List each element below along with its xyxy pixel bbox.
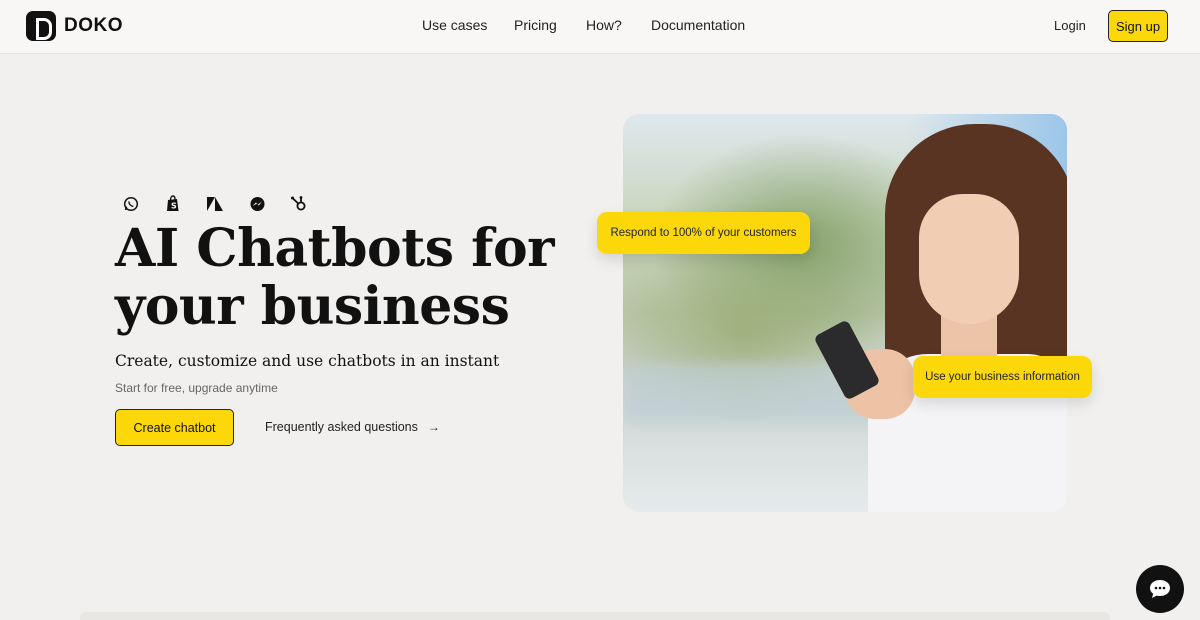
messenger-icon — [246, 194, 268, 214]
chat-bubble-icon — [1150, 580, 1170, 598]
section-edge — [80, 612, 1110, 620]
svg-text:S: S — [171, 202, 177, 211]
hero-image — [623, 114, 1067, 512]
chat-widget-button[interactable] — [1136, 565, 1184, 613]
zendesk-icon — [204, 194, 226, 214]
site-header: DOKO Use cases Pricing How? Documentatio… — [0, 0, 1200, 54]
faq-link[interactable]: Frequently asked questions → — [265, 420, 440, 434]
signup-button[interactable]: Sign up — [1108, 10, 1168, 42]
main-nav: Use cases Pricing How? Documentation — [0, 17, 1200, 35]
hero-subtitle: Create, customize and use chatbots in an… — [115, 352, 500, 370]
integrations-row: S — [120, 194, 310, 214]
whatsapp-icon — [120, 194, 142, 214]
login-link[interactable]: Login — [1054, 18, 1086, 33]
hero-title: AI Chatbots for your business — [115, 218, 555, 337]
feature-bubble-respond: Respond to 100% of your customers — [597, 212, 810, 254]
arrow-right-icon: → — [427, 420, 440, 434]
shopify-icon: S — [162, 194, 184, 214]
nav-documentation[interactable]: Documentation — [651, 17, 745, 33]
feature-bubble-business-info: Use your business information — [913, 356, 1092, 398]
nav-pricing[interactable]: Pricing — [514, 17, 557, 33]
hero-note: Start for free, upgrade anytime — [115, 381, 278, 395]
nav-how[interactable]: How? — [586, 17, 622, 33]
nav-use-cases[interactable]: Use cases — [422, 17, 487, 33]
faq-label: Frequently asked questions — [265, 420, 418, 434]
create-chatbot-button[interactable]: Create chatbot — [115, 409, 234, 446]
hubspot-icon — [288, 194, 310, 214]
